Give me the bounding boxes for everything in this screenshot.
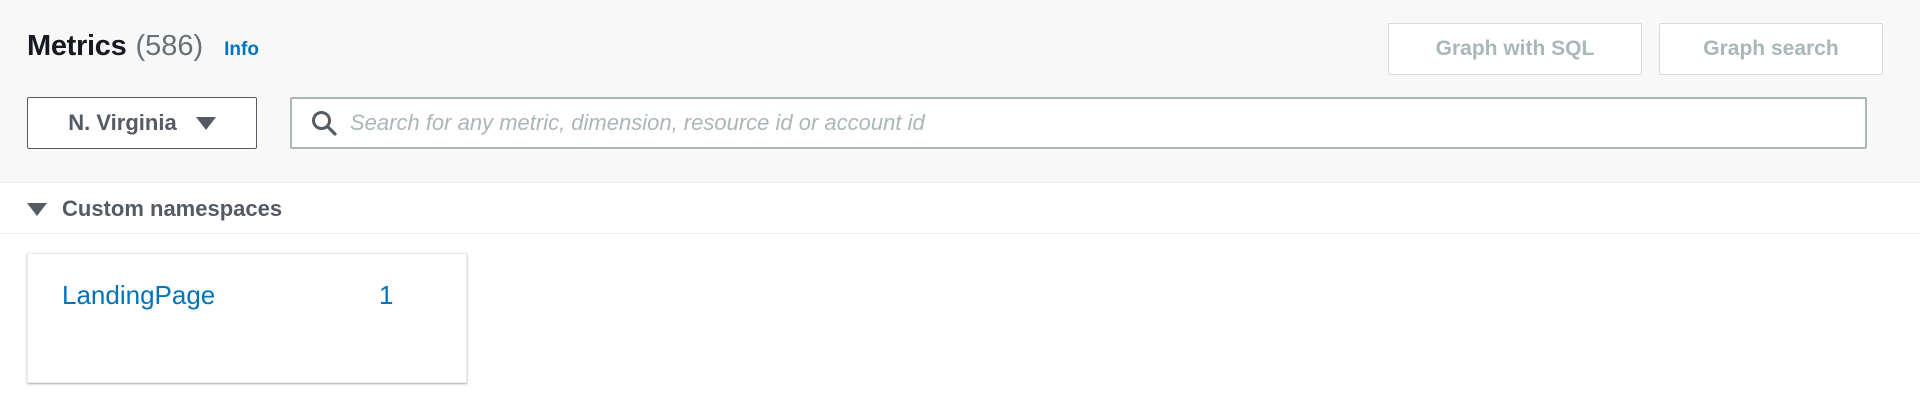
search-box[interactable] <box>290 97 1867 149</box>
triangle-down-icon <box>27 202 47 216</box>
region-dropdown[interactable]: N. Virginia <box>27 97 257 149</box>
divider <box>0 233 1920 234</box>
custom-namespaces-toggle[interactable]: Custom namespaces <box>27 196 282 222</box>
metrics-header: Metrics (586) Info Graph with SQL Graph … <box>0 0 1920 183</box>
metrics-count: (586) <box>135 30 204 62</box>
namespace-metric-count[interactable]: 1 <box>379 280 393 311</box>
namespace-name-link[interactable]: LandingPage <box>62 280 215 311</box>
namespace-card[interactable]: LandingPage 1 <box>27 253 467 383</box>
search-input[interactable] <box>350 103 1830 143</box>
graph-search-button[interactable]: Graph search <box>1659 23 1883 75</box>
title-row: Metrics (586) Info <box>27 30 259 63</box>
graph-with-sql-button[interactable]: Graph with SQL <box>1388 23 1642 75</box>
region-label: N. Virginia <box>68 110 177 135</box>
section-label: Custom namespaces <box>62 196 283 221</box>
search-icon <box>310 109 338 137</box>
page-title: Metrics <box>27 30 127 62</box>
info-link[interactable]: Info <box>224 39 259 61</box>
caret-down-icon <box>195 116 216 130</box>
